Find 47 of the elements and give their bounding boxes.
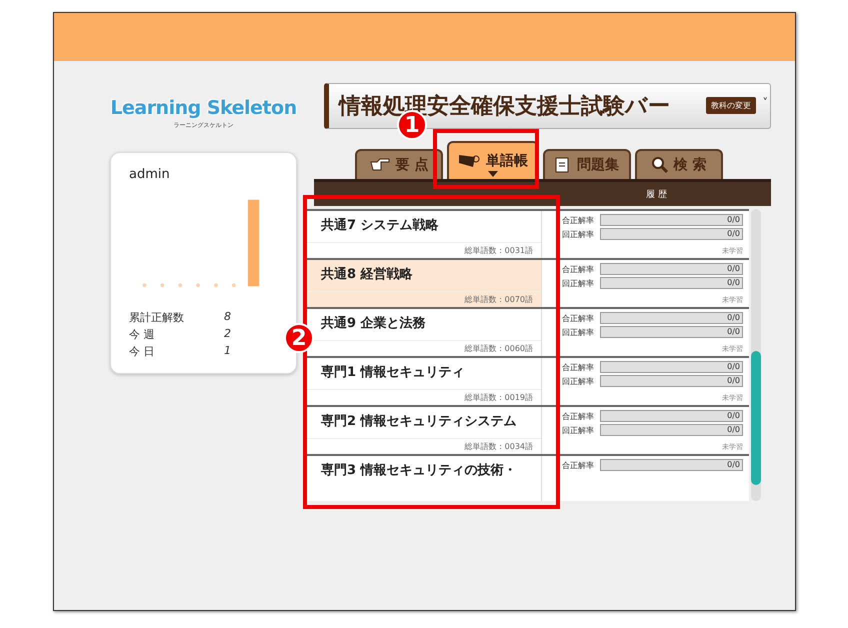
stat-label: 回正解率 [562,376,594,386]
progress-bar: 0/0 [600,214,743,226]
stat-label: 累計正解数 [129,310,185,325]
column-header: 履 歴 [645,188,668,202]
stat-value: 8 [224,310,232,325]
dropdown-caret[interactable]: ˅ [762,96,768,109]
stat-value: 2 [224,327,232,342]
unit-title: 専門3 情報セキュリティの技術・ [320,462,518,479]
progress-bar: 0/0 [600,277,743,289]
stat-value: 1 [224,344,232,359]
progress-bar: 0/0 [600,459,743,471]
unit-title: 共通9 企業と法務 [320,315,427,332]
progress-bar: 0/0 [600,326,743,338]
stat-label: 合正解率 [562,362,594,372]
progress-bar: 0/0 [600,375,743,387]
stat-label: 今 週 [129,327,156,342]
stat-label: 合正解率 [562,214,594,226]
triangle-icon [488,171,498,177]
progress-bar: 0/0 [600,228,743,240]
unit-title: 専門2 情報セキュリティシステム [320,412,518,430]
stat-label: 今 日 [129,344,156,359]
pointing-hand-icon [370,158,390,172]
progress-bar: 0/0 [600,424,743,436]
stat-label: 合正解率 [562,410,594,422]
stat-label: 回正解率 [562,326,594,338]
stat-label: 合正解率 [562,312,594,324]
unit-title: 専門1 情報セキュリティ [320,364,466,381]
cards-icon [458,153,480,169]
progress-bar: 0/0 [600,263,743,275]
scrollbar-thumb[interactable] [751,351,761,485]
progress-bar: 0/0 [600,312,743,324]
scrollbar[interactable] [751,209,761,501]
notepad-icon [555,157,571,173]
stat-label: 合正解率 [562,460,594,470]
stat-label: 回正解率 [562,228,594,240]
stat-label: 合正解率 [562,264,594,274]
change-subject-button[interactable]: 教科の変更 [706,97,756,114]
logo-text: Learning Skeleton [110,97,297,119]
progress-bar: 0/0 [600,410,743,422]
unit-row[interactable]: 専門3 情報セキュリティの技術・ 合正解率 0/0 [304,454,749,501]
search-icon [652,157,668,173]
unit-title: 共通8 経営戦略 [320,266,414,283]
progress-bar: 0/0 [600,361,743,373]
unit-title: 共通7 システム戦略 [320,217,440,234]
user-name: admin [129,167,171,182]
stat-label: 回正解率 [562,278,594,288]
stat-label: 回正解率 [562,424,594,436]
